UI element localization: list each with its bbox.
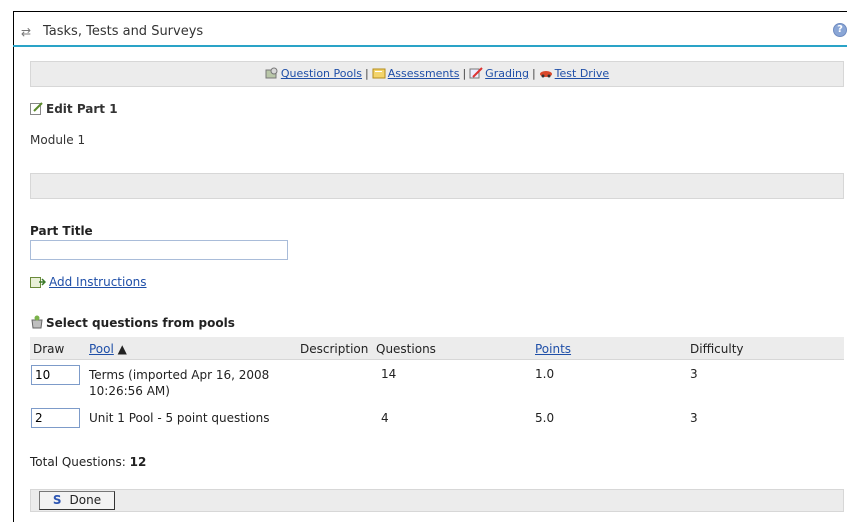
tool-refresh-icon: ⇄	[21, 25, 32, 39]
col-description: Description	[300, 342, 369, 356]
total-questions-label: Total Questions:	[30, 455, 126, 469]
add-instructions: Add Instructions	[30, 275, 147, 289]
add-instructions-link[interactable]: Add Instructions	[49, 275, 147, 289]
difficulty-value: 3	[690, 411, 698, 425]
sort-points-link[interactable]: Points	[535, 342, 571, 356]
add-instructions-icon	[30, 277, 46, 288]
select-pools-title: Select questions from pools	[46, 316, 235, 330]
draw-count-input[interactable]	[31, 408, 80, 428]
footer-bar: S Done	[30, 489, 844, 512]
nav-separator: |	[462, 67, 467, 80]
nav-separator: |	[531, 67, 536, 80]
nav-test-drive[interactable]: Test Drive	[555, 67, 609, 80]
pool-name: Unit 1 Pool - 5 point questions	[89, 411, 270, 425]
nav-grading[interactable]: Grading	[485, 67, 529, 80]
nav-assessments[interactable]: Assessments	[388, 67, 460, 80]
question-pools-icon	[265, 67, 278, 79]
question-count: 14	[381, 367, 397, 381]
draw-count-input[interactable]	[31, 365, 80, 385]
points-value: 5.0	[535, 411, 555, 425]
grading-icon	[469, 67, 483, 79]
nav-question-pools[interactable]: Question Pools	[281, 67, 362, 80]
difficulty-value: 3	[690, 367, 698, 381]
pool-bucket-icon	[31, 315, 43, 329]
sort-asc-icon[interactable]: ▲	[118, 342, 127, 356]
assessments-icon	[372, 68, 386, 79]
edit-part-heading: Edit Part 1	[30, 102, 118, 116]
window-frame	[13, 11, 847, 522]
edit-part-title: Edit Part 1	[46, 102, 118, 116]
tool-title-bar: ⇄ Tasks, Tests and Surveys ?	[13, 20, 847, 47]
tool-nav-bar: Question Pools | Assessments | Grading | Test …	[30, 61, 844, 87]
pool-name: Terms (imported Apr 16, 2008 10:26:56 AM)	[89, 367, 269, 399]
col-pool: Pool ▲	[89, 342, 127, 356]
done-label: Done	[69, 493, 102, 507]
col-draw: Draw	[33, 342, 65, 356]
test-drive-icon	[539, 71, 552, 78]
part-title-input[interactable]	[30, 240, 288, 260]
table-row: Unit 1 Pool - 5 point questions 4 5.0 3	[30, 408, 844, 432]
total-questions: Total Questions: 12	[30, 455, 146, 469]
help-icon[interactable]: ?	[833, 23, 847, 37]
col-questions: Questions	[376, 342, 436, 356]
select-pools-heading: Select questions from pools	[30, 315, 235, 330]
table-row: Terms (imported Apr 16, 2008 10:26:56 AM)…	[30, 364, 844, 404]
module-name: Module 1	[30, 133, 86, 147]
nav-separator: |	[365, 67, 369, 80]
pool-name-line: Terms (imported Apr 16, 2008	[89, 368, 270, 382]
section-divider-bar	[30, 173, 844, 199]
col-difficulty: Difficulty	[690, 342, 744, 356]
tool-title: Tasks, Tests and Surveys	[43, 24, 204, 39]
done-button[interactable]: S Done	[39, 491, 115, 510]
pools-table-header: Draw Pool ▲ Description Questions Points…	[30, 337, 844, 360]
pool-name-line: 10:26:56 AM)	[89, 384, 170, 398]
total-questions-value: 12	[129, 455, 147, 469]
points-value: 1.0	[535, 367, 555, 381]
done-icon: S	[52, 493, 62, 507]
col-points: Points	[535, 342, 571, 356]
question-count: 4	[381, 411, 389, 425]
part-title-label: Part Title	[30, 224, 93, 238]
edit-icon	[30, 102, 43, 115]
sort-pool-link[interactable]: Pool	[89, 342, 114, 356]
